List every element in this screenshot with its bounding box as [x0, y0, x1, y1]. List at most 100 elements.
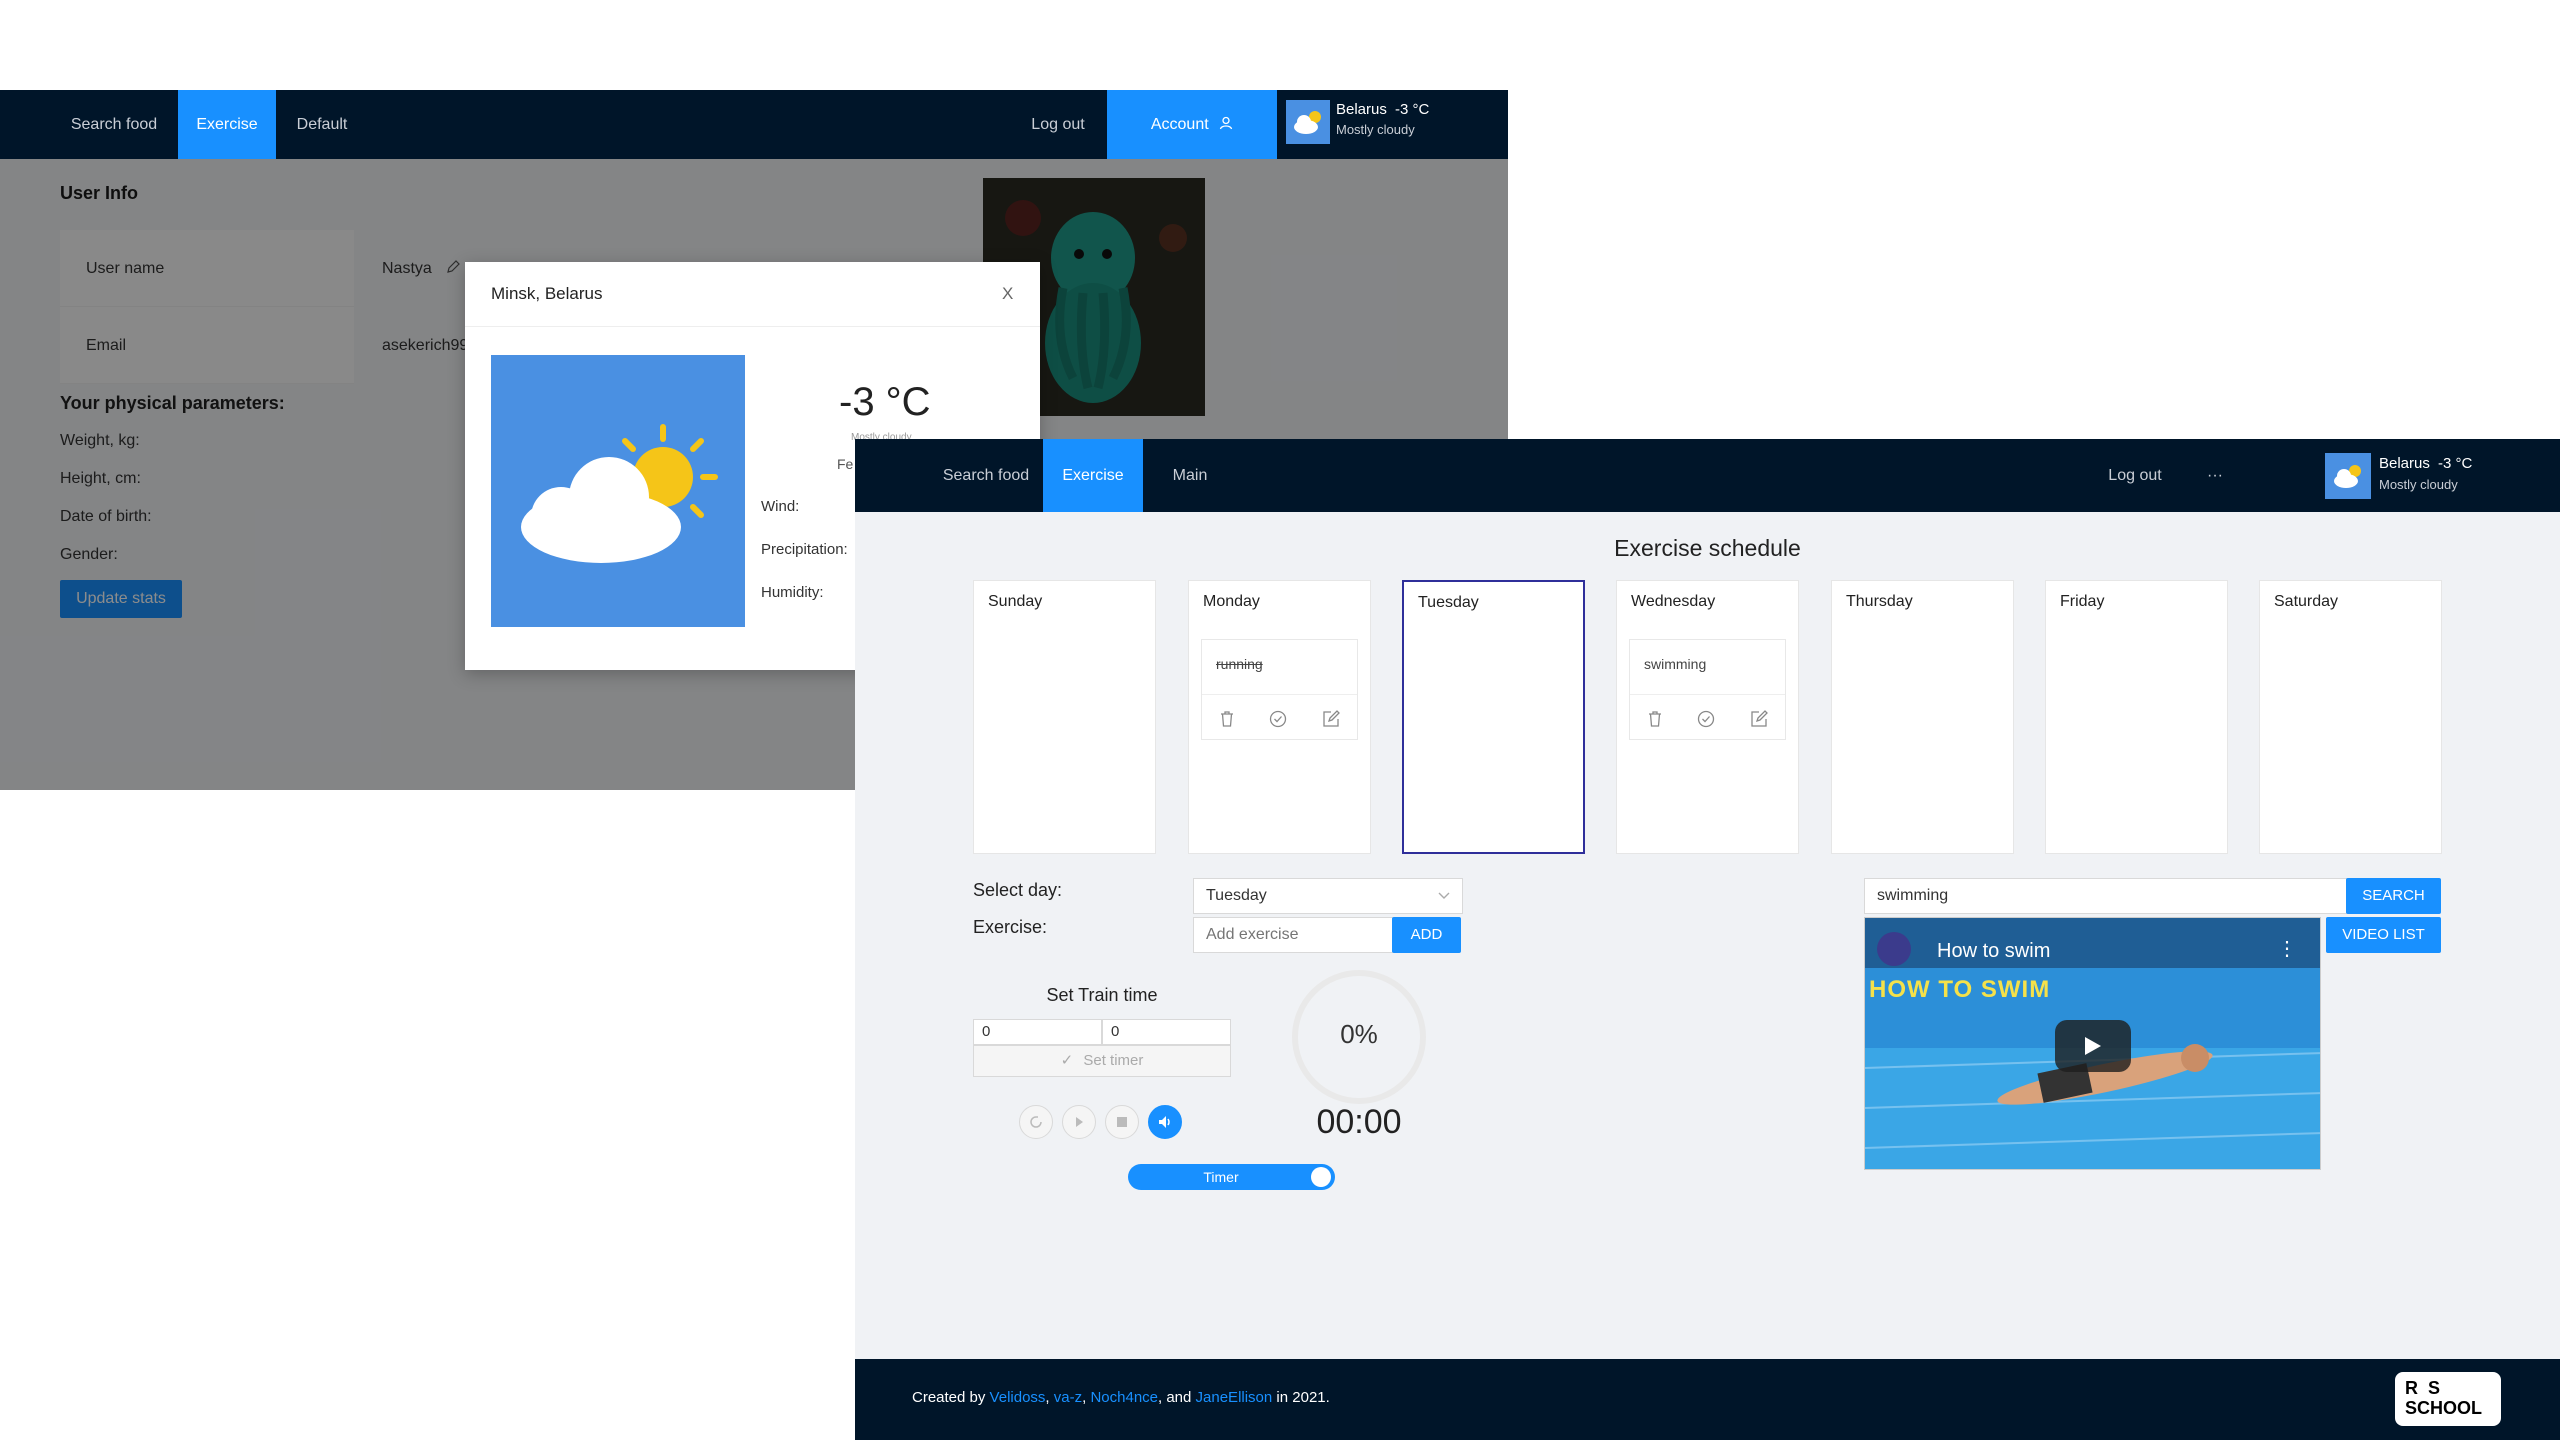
exercise-label: Exercise:: [973, 917, 1048, 937]
video-search-button[interactable]: SEARCH: [2346, 878, 2441, 914]
set-timer-label: Set timer: [1083, 1052, 1144, 1069]
footer-suffix: in 2021.: [1272, 1389, 1330, 1406]
timer-toggle[interactable]: Timer: [1128, 1164, 1335, 1190]
day-name: Sunday: [988, 593, 1043, 610]
footer-prefix: Created by: [912, 1389, 990, 1406]
reload-icon: [1030, 1116, 1042, 1128]
day-column-tuesday[interactable]: Tuesday: [1402, 580, 1585, 854]
day-select[interactable]: Tuesday: [1193, 878, 1463, 914]
day-name: Tuesday: [1418, 594, 1479, 611]
footer-separator: ,: [1045, 1389, 1054, 1406]
weather-temp: -3 °C: [1395, 101, 1430, 118]
play-button[interactable]: [1062, 1105, 1096, 1139]
more-vertical-icon[interactable]: ⋮: [2277, 936, 2297, 961]
day-name: Saturday: [2274, 593, 2339, 610]
weather-desc: Mostly cloudy: [2379, 477, 2458, 492]
author-link-noch4nce[interactable]: Noch4nce: [1090, 1389, 1158, 1406]
precipitation-label: Precipitation:: [761, 541, 848, 558]
day-select-value: Tuesday: [1206, 887, 1267, 904]
weather-widget[interactable]: Belarus -3 °C Mostly cloudy: [1278, 90, 1508, 159]
more-menu[interactable]: ···: [2195, 439, 2235, 512]
minutes-input[interactable]: 0: [973, 1019, 1102, 1045]
channel-avatar: [1877, 932, 1911, 966]
weather-location: Belarus: [1336, 101, 1387, 118]
day-column-sunday[interactable]: Sunday: [973, 580, 1156, 854]
footer-separator: , and: [1158, 1389, 1196, 1406]
day-name: Wednesday: [1631, 593, 1716, 610]
play-button[interactable]: [2055, 1020, 2131, 1072]
humidity-label: Humidity:: [761, 584, 824, 601]
weather-location: Belarus: [2379, 455, 2430, 472]
seconds-input[interactable]: 0: [1102, 1019, 1231, 1045]
nav-exercise[interactable]: Exercise: [1043, 439, 1143, 512]
play-icon: [2085, 1037, 2101, 1055]
author-link-janeellison[interactable]: JaneEllison: [1196, 1389, 1273, 1406]
rs-school-logo[interactable]: R S SCHOOL: [2395, 1372, 2501, 1426]
logo-text-line2: SCHOOL: [2405, 1398, 2483, 1418]
timer-toggle-label: Timer: [1203, 1169, 1239, 1185]
weather-desc: Mostly cloudy: [1336, 122, 1415, 137]
day-column-monday[interactable]: Monday running: [1188, 580, 1371, 854]
partly-cloudy-icon: [521, 424, 718, 563]
nav-search-food[interactable]: Search food: [921, 439, 1051, 512]
edit-icon[interactable]: [1322, 709, 1340, 728]
toggle-knob: [1311, 1167, 1331, 1187]
weather-cloudy-icon: [1286, 100, 1330, 144]
weather-widget[interactable]: Belarus -3 °C Mostly cloudy: [2325, 439, 2560, 512]
set-timer-button[interactable]: ✓ Set timer: [973, 1045, 1231, 1077]
task-name: swimming: [1644, 656, 1707, 672]
weather-illustration: [491, 355, 745, 627]
user-icon: [1219, 116, 1233, 130]
task-card: swimming: [1629, 639, 1786, 740]
nav-default[interactable]: Default: [282, 90, 362, 159]
delete-icon[interactable]: [1647, 710, 1663, 728]
video-list-button[interactable]: VIDEO LIST: [2326, 917, 2441, 953]
thumbnail-caption: HOW TO SWIM: [1869, 976, 2051, 1003]
video-search-input[interactable]: [1864, 878, 2347, 914]
timer-percent: 0%: [1340, 1019, 1378, 1049]
modal-temp: -3 °C: [839, 380, 931, 424]
day-column-saturday[interactable]: Saturday: [2259, 580, 2442, 854]
add-exercise-button[interactable]: ADD: [1392, 917, 1461, 953]
wind-label: Wind:: [761, 498, 800, 515]
select-day-label: Select day:: [973, 880, 1063, 900]
modal-title: Minsk, Belarus: [491, 284, 603, 303]
video-title: How to swim: [1937, 940, 2051, 962]
reset-button[interactable]: [1019, 1105, 1053, 1139]
logout-link[interactable]: Log out: [2095, 439, 2175, 512]
check-circle-icon[interactable]: [1269, 710, 1287, 728]
close-icon[interactable]: X: [1002, 284, 1013, 304]
task-card: running: [1201, 639, 1358, 740]
sound-button[interactable]: [1148, 1105, 1182, 1139]
check-circle-icon[interactable]: [1697, 710, 1715, 728]
stop-button[interactable]: [1105, 1105, 1139, 1139]
weather-temp: -3 °C: [2438, 455, 2473, 472]
nav-main[interactable]: Main: [1153, 439, 1227, 512]
edit-icon[interactable]: [1750, 709, 1768, 728]
delete-icon[interactable]: [1219, 710, 1235, 728]
day-name: Friday: [2060, 593, 2105, 610]
nav-exercise[interactable]: Exercise: [178, 90, 276, 159]
timer-display: 00:00: [1316, 1103, 1402, 1141]
schedule-title: Exercise schedule: [1614, 535, 1801, 561]
day-column-friday[interactable]: Friday: [2045, 580, 2228, 854]
modal-feels-like: Fe: [837, 456, 854, 472]
set-train-time-title: Set Train time: [1046, 985, 1158, 1005]
account-menu[interactable]: Account: [1107, 90, 1277, 159]
play-icon: [1076, 1117, 1083, 1127]
exercise-input[interactable]: [1193, 917, 1393, 953]
sound-icon: [1159, 1116, 1170, 1128]
footer-credits: Created by Velidoss, va-z, Noch4nce, and…: [912, 1389, 1330, 1406]
check-icon: ✓: [1060, 1052, 1074, 1069]
modal-divider: [465, 326, 1040, 327]
video-player[interactable]: How to swim ⋮ HOW TO SWIM: [1864, 917, 2321, 1170]
day-column-wednesday[interactable]: Wednesday swimming: [1616, 580, 1799, 854]
day-name: Monday: [1203, 593, 1260, 610]
stop-icon: [1117, 1117, 1127, 1127]
nav-search-food[interactable]: Search food: [58, 90, 170, 159]
author-link-velidoss[interactable]: Velidoss: [990, 1389, 1046, 1406]
author-link-va-z[interactable]: va-z: [1054, 1389, 1082, 1406]
day-column-thursday[interactable]: Thursday: [1831, 580, 2014, 854]
logout-link[interactable]: Log out: [1010, 90, 1106, 159]
chevron-down-icon: [1438, 892, 1450, 899]
